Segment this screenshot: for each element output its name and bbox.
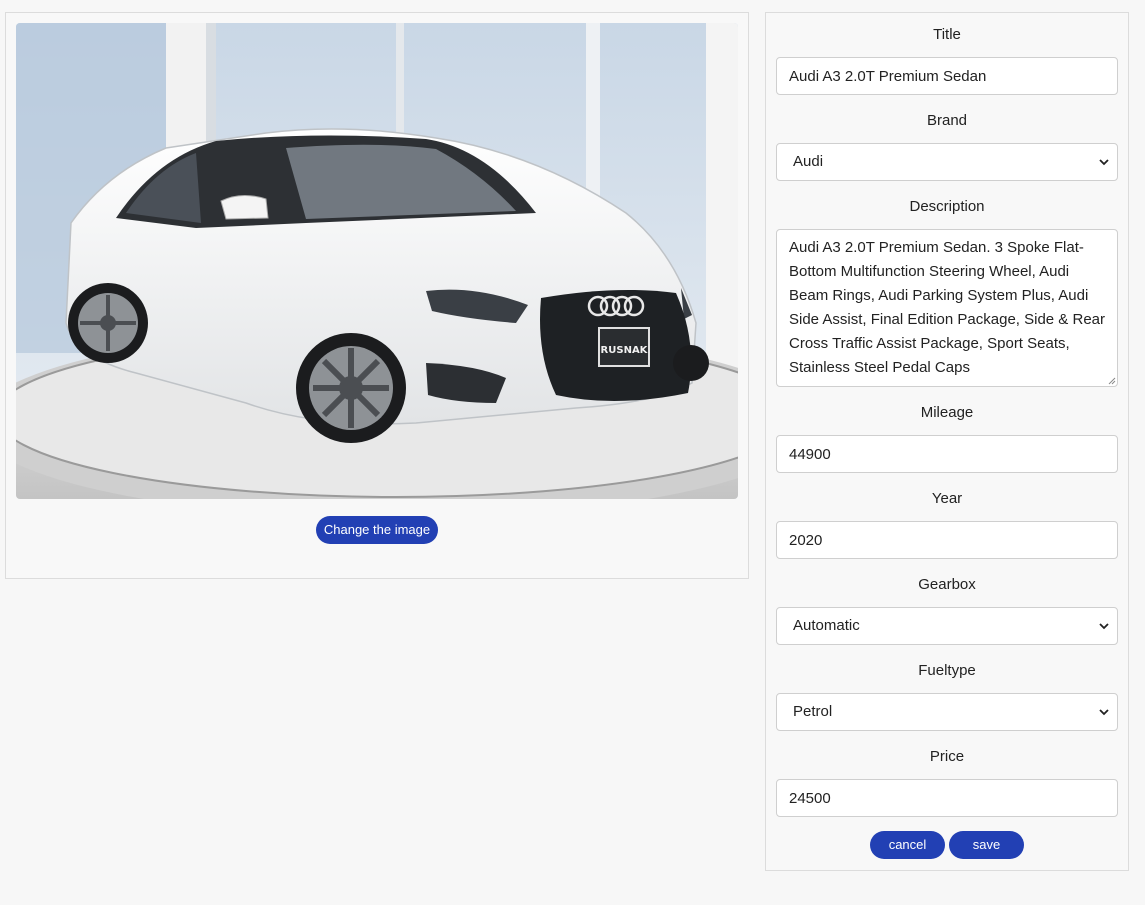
gearbox-field: Gearbox Automatic xyxy=(776,574,1118,645)
mileage-label: Mileage xyxy=(920,404,974,421)
title-label: Title xyxy=(933,26,961,43)
brand-selected-value: Audi xyxy=(793,153,824,170)
year-field: Year xyxy=(776,488,1118,559)
change-image-button[interactable]: Change the image xyxy=(316,516,438,544)
brand-select[interactable]: Audi xyxy=(776,143,1118,181)
plate-text: RUSNAK xyxy=(601,345,649,356)
image-card: RUSNAK Change the image xyxy=(5,12,749,579)
edit-car-page: RUSNAK Change the image Title Audi A3 2.… xyxy=(0,0,1145,905)
fueltype-selected-value: Petrol xyxy=(793,703,833,720)
mileage-field: Mileage xyxy=(776,402,1118,473)
price-input[interactable] xyxy=(776,779,1118,817)
description-field: Description Audi A3 2.0T Premium Sedan. … xyxy=(776,196,1118,387)
gearbox-selected-value: Automatic xyxy=(793,617,860,634)
description-textarea[interactable]: Audi A3 2.0T Premium Sedan. 3 Spoke Flat… xyxy=(776,229,1118,387)
chevron-down-icon xyxy=(1099,159,1109,166)
price-label: Price xyxy=(929,748,965,765)
car-photo: RUSNAK xyxy=(16,23,738,499)
car-edit-form: Title Brand Audi Description Audi A3 2.0… xyxy=(765,12,1129,871)
cancel-button[interactable]: cancel xyxy=(870,831,945,859)
price-field: Price xyxy=(776,746,1118,817)
save-button[interactable]: save xyxy=(949,831,1024,859)
chevron-down-icon xyxy=(1099,709,1109,716)
brand-label: Brand xyxy=(926,112,968,129)
mileage-input[interactable] xyxy=(776,435,1118,473)
title-input[interactable] xyxy=(776,57,1118,95)
gearbox-select[interactable]: Automatic xyxy=(776,607,1118,645)
gearbox-label: Gearbox xyxy=(918,576,976,593)
chevron-down-icon xyxy=(1099,623,1109,630)
description-label: Description xyxy=(909,198,985,215)
resize-grip-icon[interactable] xyxy=(1108,377,1116,385)
brand-field: Brand Audi xyxy=(776,110,1118,181)
title-field: Title xyxy=(776,24,1118,95)
year-label: Year xyxy=(931,490,963,507)
year-input[interactable] xyxy=(776,521,1118,559)
fueltype-select[interactable]: Petrol xyxy=(776,693,1118,731)
fueltype-label: Fueltype xyxy=(918,662,976,679)
fueltype-field: Fueltype Petrol xyxy=(776,660,1118,731)
form-actions: cancel save xyxy=(766,831,1128,859)
